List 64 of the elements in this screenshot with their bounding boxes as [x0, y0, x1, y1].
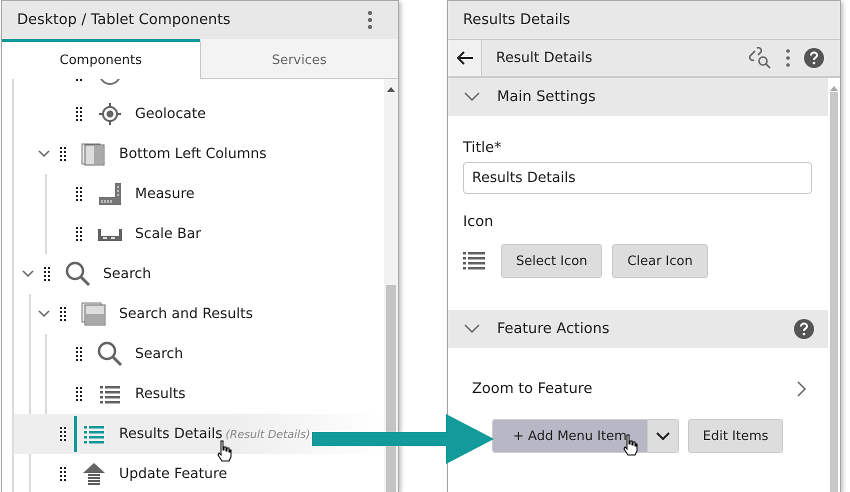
- more-options-icon[interactable]: [786, 49, 790, 67]
- search-icon: [65, 261, 91, 287]
- title-input[interactable]: Results Details: [463, 162, 812, 194]
- search-icon: [97, 341, 123, 367]
- hand-cursor-icon: [216, 440, 232, 462]
- scrollbar[interactable]: [828, 78, 840, 492]
- ruler-icon: [97, 181, 123, 207]
- tab[interactable]: Components: [2, 39, 200, 79]
- action-item[interactable]: Zoom to Feature: [472, 381, 806, 397]
- tree-item[interactable]: Search: [30, 334, 384, 374]
- scrollbar[interactable]: [384, 79, 398, 492]
- tree-item[interactable]: Results: [30, 374, 384, 414]
- list-icon: [463, 252, 485, 270]
- dropdown-button[interactable]: [646, 419, 679, 453]
- stacked-pages-icon: [81, 141, 107, 167]
- drag-handle-icon[interactable]: [60, 467, 66, 481]
- back-arrow-icon: [456, 51, 472, 65]
- drag-handle-icon[interactable]: [60, 307, 66, 321]
- tab[interactable]: Services: [200, 39, 398, 79]
- field-label: Icon: [463, 214, 494, 230]
- tree-item[interactable]: Measure: [30, 174, 384, 214]
- drag-handle-icon[interactable]: [60, 427, 66, 441]
- drag-handle-icon[interactable]: [76, 387, 82, 401]
- caret-icon: [656, 432, 670, 440]
- drag-handle-icon[interactable]: [76, 107, 82, 121]
- edit-items-button[interactable]: Edit Items: [688, 419, 784, 453]
- drag-handle-icon[interactable]: [76, 347, 82, 361]
- tree-item[interactable]: Bottom Left Columns: [14, 134, 384, 174]
- chevron-down-icon[interactable]: [38, 150, 50, 158]
- tree-item[interactable]: Geolocate: [30, 94, 384, 134]
- panel-title: Desktop / Tablet Components: [17, 12, 230, 28]
- tree-item[interactable]: Scale Bar: [30, 214, 384, 254]
- panel-title: Results Details: [463, 12, 570, 28]
- add-menu-item-button[interactable]: + Add Menu Item: [492, 419, 648, 453]
- chevron-down-icon[interactable]: [464, 324, 480, 334]
- tree-item[interactable]: Search and Results: [14, 294, 384, 334]
- chevron-down-icon[interactable]: [22, 270, 34, 278]
- section-title: Main Settings: [497, 89, 597, 105]
- drag-handle-icon[interactable]: [76, 187, 82, 201]
- help-icon[interactable]: [804, 48, 824, 68]
- upload-arrow-icon: [81, 461, 107, 487]
- icon-button[interactable]: Clear Icon: [612, 244, 708, 278]
- toolbar-title: Result Details: [496, 50, 594, 66]
- tree-item[interactable]: Update Feature: [14, 454, 384, 492]
- more-options-icon[interactable]: [368, 11, 372, 29]
- stacked-pages-icon: [81, 301, 107, 327]
- drag-handle-icon[interactable]: [60, 147, 66, 161]
- help-icon[interactable]: [794, 319, 814, 339]
- tree-item[interactable]: Search: [2, 254, 384, 294]
- section-header[interactable]: Feature Actions: [448, 310, 828, 348]
- item-note: (Result Details): [226, 428, 310, 440]
- section-title: Feature Actions: [497, 321, 610, 337]
- chevron-down-icon[interactable]: [464, 92, 480, 102]
- icon-button[interactable]: Select Icon: [501, 244, 602, 278]
- section-header[interactable]: Main Settings: [448, 78, 828, 116]
- drag-handle-icon[interactable]: [44, 267, 50, 281]
- chevron-down-icon[interactable]: [38, 310, 50, 318]
- back-button[interactable]: [448, 40, 482, 76]
- field-label: Title*: [463, 140, 502, 156]
- crosshair-icon: [97, 101, 123, 127]
- chevron-right-icon: [797, 381, 806, 397]
- link-search-icon[interactable]: [746, 47, 772, 69]
- drag-handle-icon[interactable]: [76, 227, 82, 241]
- scroll-up-icon[interactable]: [387, 87, 395, 92]
